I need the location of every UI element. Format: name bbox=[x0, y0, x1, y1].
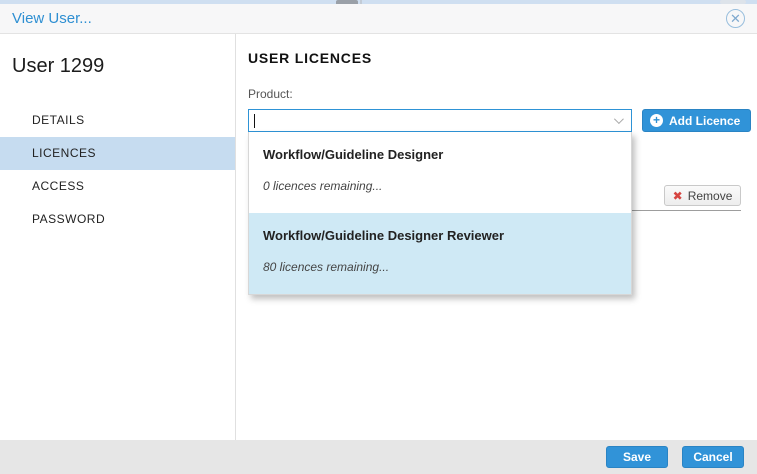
dialog-footer: Save Cancel bbox=[0, 440, 757, 474]
remove-label: Remove bbox=[688, 189, 733, 203]
sidebar-item-access[interactable]: ACCESS bbox=[0, 170, 235, 203]
save-button[interactable]: Save bbox=[606, 446, 668, 468]
sidebar-item-details[interactable]: DETAILS bbox=[0, 104, 235, 137]
remove-x-icon: ✖ bbox=[673, 190, 683, 202]
plus-icon: + bbox=[650, 114, 663, 127]
text-cursor bbox=[254, 114, 255, 128]
sidebar-menu: DETAILS LICENCES ACCESS PASSWORD bbox=[0, 104, 235, 236]
option-remaining: 80 licences remaining... bbox=[263, 260, 617, 274]
sidebar-item-password[interactable]: PASSWORD bbox=[0, 203, 235, 236]
remove-button[interactable]: ✖ Remove bbox=[664, 185, 741, 206]
option-name: Workflow/Guideline Designer Reviewer bbox=[263, 228, 617, 243]
licences-panel: USER LICENCES Product: + Add Licence ✖ R… bbox=[236, 34, 757, 440]
product-combobox[interactable] bbox=[248, 109, 632, 132]
dropdown-option-designer-reviewer[interactable]: Workflow/Guideline Designer Reviewer 80 … bbox=[249, 213, 631, 294]
section-title: USER LICENCES bbox=[248, 50, 372, 66]
dialog-header: View User... ✕ bbox=[0, 4, 757, 34]
cancel-button[interactable]: Cancel bbox=[682, 446, 744, 468]
add-licence-button[interactable]: + Add Licence bbox=[642, 109, 751, 132]
user-name-heading: User 1299 bbox=[12, 55, 235, 78]
chevron-down-icon[interactable] bbox=[614, 114, 624, 124]
product-label: Product: bbox=[248, 87, 293, 101]
option-name: Workflow/Guideline Designer bbox=[263, 147, 617, 162]
dialog-title: View User... bbox=[12, 10, 92, 27]
dialog-body: User 1299 DETAILS LICENCES ACCESS PASSWO… bbox=[0, 34, 757, 440]
close-icon[interactable]: ✕ bbox=[726, 9, 745, 28]
sidebar-item-licences[interactable]: LICENCES bbox=[0, 137, 235, 170]
add-licence-label: Add Licence bbox=[669, 114, 740, 128]
sidebar: User 1299 DETAILS LICENCES ACCESS PASSWO… bbox=[0, 34, 236, 440]
view-user-dialog: View User... ✕ User 1299 DETAILS LICENCE… bbox=[0, 4, 757, 474]
dropdown-option-designer[interactable]: Workflow/Guideline Designer 0 licences r… bbox=[249, 132, 631, 213]
product-dropdown-list: Workflow/Guideline Designer 0 licences r… bbox=[248, 132, 632, 295]
option-remaining: 0 licences remaining... bbox=[263, 179, 617, 193]
